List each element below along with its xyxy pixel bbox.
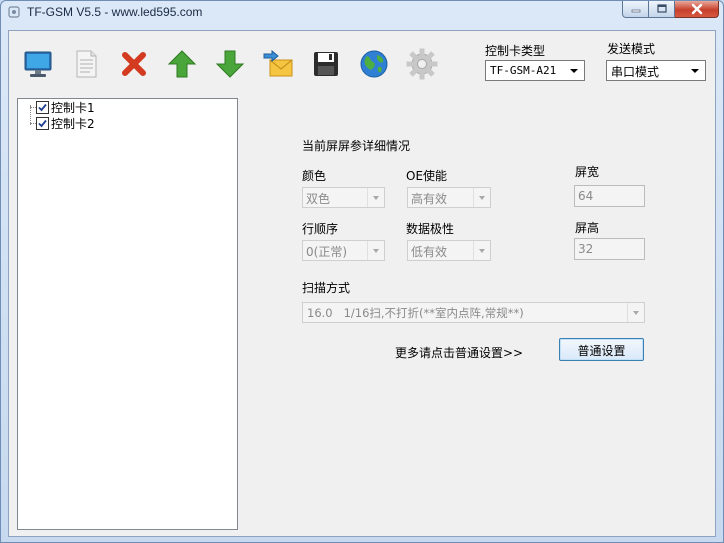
checkmark-icon [38, 103, 47, 111]
document-icon [76, 50, 97, 78]
scan-select: 16.0 1/16扫,不打折(**室内点阵,常规**) [302, 302, 645, 323]
save-button[interactable] [309, 47, 343, 81]
chevron-down-icon [691, 69, 699, 73]
arrow-up-icon [167, 50, 197, 78]
checkmark-icon [38, 119, 47, 127]
data-polarity-select: 低有效 [407, 240, 491, 261]
card-type-select[interactable]: TF-GSM-A21 [485, 60, 585, 81]
chevron-down-icon [570, 69, 578, 73]
height-value: 32 [578, 242, 594, 256]
tree-item-label: 控制卡2 [51, 116, 95, 131]
send-button[interactable] [261, 47, 295, 81]
oe-label: OE使能 [406, 169, 448, 183]
oe-select: 高有效 [407, 187, 491, 208]
minimize-button[interactable] [622, 1, 649, 18]
color-select: 双色 [302, 187, 385, 208]
send-mode-label: 发送模式 [607, 42, 656, 56]
app-window: TF-GSM V5.5 - www.led595.com 控制卡类型 TF-GS… [0, 0, 724, 543]
oe-value: 高有效 [411, 192, 448, 206]
row-order-value: 0(正常) [306, 245, 347, 259]
globe-icon [360, 50, 388, 78]
window-title: TF-GSM V5.5 - www.led595.com [27, 5, 203, 19]
settings-button[interactable] [405, 47, 439, 81]
chevron-down-icon [473, 188, 490, 207]
minimize-icon [631, 9, 640, 13]
color-label: 颜色 [302, 169, 327, 183]
row-order-label: 行顺序 [302, 222, 339, 236]
delete-button[interactable] [117, 47, 151, 81]
height-field: 32 [574, 238, 645, 260]
arrow-down-icon [215, 50, 245, 78]
gear-icon [406, 48, 438, 80]
control-card-tree[interactable]: 控制卡1 控制卡2 [17, 98, 238, 530]
width-label: 屏宽 [575, 165, 600, 179]
close-button[interactable] [675, 1, 719, 18]
tree-item-card2[interactable]: 控制卡2 [36, 115, 95, 131]
send-mail-icon [263, 49, 293, 77]
card-type-label: 控制卡类型 [485, 44, 546, 58]
card1-checkbox[interactable] [36, 100, 49, 114]
card2-checkbox[interactable] [36, 116, 49, 130]
details-heading: 当前屏屏参详细情况 [302, 139, 411, 153]
card-type-value: TF-GSM-A21 [490, 64, 557, 77]
client-area: 控制卡类型 TF-GSM-A21 发送模式 串口模式 控制卡1 控制卡2 当前屏… [8, 30, 716, 537]
save-icon [314, 52, 338, 76]
data-polarity-label: 数据极性 [406, 222, 455, 236]
maximize-button[interactable] [649, 1, 675, 18]
maximize-icon [656, 4, 667, 13]
move-down-button[interactable] [213, 47, 247, 81]
row-order-select: 0(正常) [302, 240, 385, 261]
document-button[interactable] [69, 47, 103, 81]
send-mode-select[interactable]: 串口模式 [606, 60, 706, 81]
monitor-button[interactable] [21, 47, 55, 81]
app-icon [7, 5, 21, 19]
width-field: 64 [574, 185, 645, 207]
move-up-button[interactable] [165, 47, 199, 81]
general-settings-button[interactable]: 普通设置 [559, 338, 644, 361]
title-bar[interactable]: TF-GSM V5.5 - www.led595.com [1, 1, 723, 25]
width-value: 64 [578, 189, 594, 203]
tree-item-label: 控制卡1 [51, 100, 95, 115]
delete-icon [122, 52, 146, 76]
scan-label: 扫描方式 [302, 281, 351, 295]
tree-item-card1[interactable]: 控制卡1 [36, 99, 95, 115]
chevron-down-icon [367, 241, 384, 260]
globe-button[interactable] [357, 47, 391, 81]
scan-value: 16.0 1/16扫,不打折(**室内点阵,常规**) [307, 306, 524, 320]
more-settings-hint: 更多请点击普通设置>> [395, 346, 524, 360]
monitor-icon [24, 51, 52, 77]
color-value: 双色 [306, 192, 331, 206]
chevron-down-icon [367, 188, 384, 207]
data-polarity-value: 低有效 [411, 245, 448, 259]
chevron-down-icon [473, 241, 490, 260]
height-label: 屏高 [575, 221, 600, 235]
close-icon [691, 3, 702, 15]
chevron-down-icon [627, 303, 644, 322]
send-mode-value: 串口模式 [611, 65, 660, 79]
